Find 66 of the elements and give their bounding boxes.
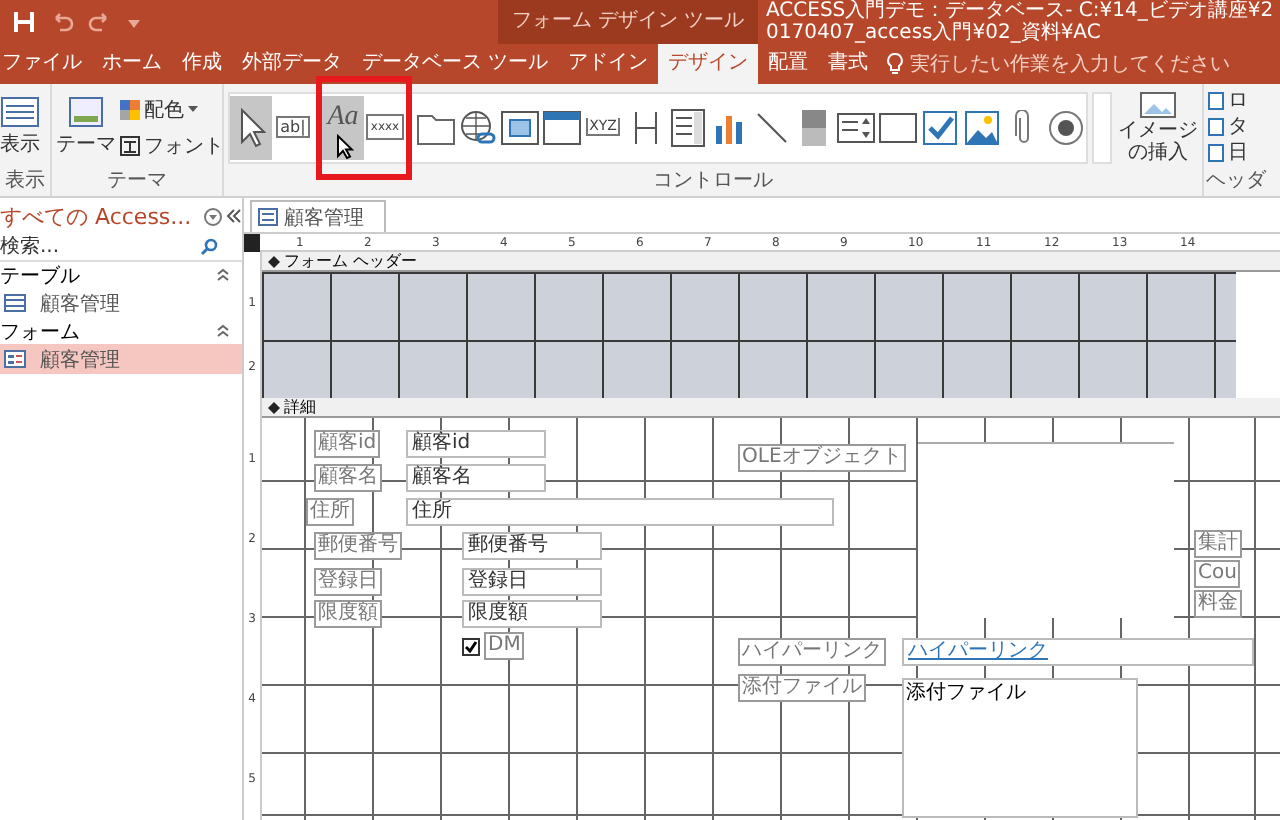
group-label: 表示 [3,170,47,196]
header-tool-button[interactable]: タ [1208,116,1276,138]
view-button[interactable]: 表示 [0,96,40,158]
nav-group-header[interactable]: テーブル [0,261,80,289]
context-tools-title: フォーム デザイン ツール [511,10,745,34]
insert-image-button[interactable]: イメージの挿入 [1116,91,1200,163]
font-icon [120,135,140,155]
document-tab[interactable]: 顧客管理 [250,200,386,232]
form-text-box[interactable]: 住所 [406,498,834,526]
group-label: コントロール [651,170,775,196]
ribbon-tab[interactable]: 配置 [758,44,819,84]
search-field[interactable]: 検索... [0,236,200,258]
form-label[interactable]: Cou [1194,560,1241,588]
ribbon-tab[interactable]: 書式 [818,44,879,84]
ribbon-tab[interactable]: 作成 [172,44,232,84]
form-text-box[interactable]: 郵便番号 [462,532,602,560]
ribbon-tab[interactable]: ホーム [92,44,172,84]
group-label: ヘッダ [1204,170,1269,196]
ribbon-tab[interactable]: 外部データ [232,44,352,84]
image-icon [1140,91,1176,117]
section-title[interactable]: フォーム ヘッダー [284,252,418,270]
ribbon-tab[interactable]: デザイン [658,44,759,84]
form-checkbox[interactable] [462,637,480,655]
ribbon-tab[interactable]: アドイン [558,44,659,84]
group-label: テーマ [105,170,169,196]
form-label[interactable]: 添付ファイル [738,674,866,702]
header-tool-button[interactable]: ロ [1208,90,1276,112]
header-tool-button[interactable]: 日 [1208,142,1276,164]
caret-icon [188,105,198,113]
collapse-chevron-icon[interactable] [216,268,230,282]
form-text-box[interactable]: 限度額 [462,600,602,628]
form-label[interactable]: 住所 [306,498,354,526]
undo-icon[interactable] [50,10,74,34]
collapse-icon[interactable] [226,208,242,224]
nav-group-header[interactable]: フォーム [0,317,80,345]
color-swatch-icon [120,99,140,119]
form-label[interactable]: DM [484,632,525,660]
collapse-chevron-icon[interactable] [216,324,230,338]
hyperlink-box[interactable]: ハイパーリンク [902,638,1254,666]
form-label[interactable]: 限度額 [314,600,382,628]
form-text-box[interactable]: 登録日 [462,568,602,596]
form-label[interactable]: 料金 [1194,590,1242,618]
form-label[interactable]: ハイパーリンク [738,638,886,666]
redo-icon[interactable] [88,10,112,34]
form-label[interactable]: 登録日 [314,568,382,596]
nav-pane-title[interactable]: すべての Access... [0,201,200,231]
form-text-box[interactable]: 顧客id [406,430,546,458]
dropdown-icon[interactable] [204,207,222,225]
form-text-box[interactable]: 顧客名 [406,464,546,492]
form-icon [258,208,278,226]
form-icon [4,350,26,368]
theme-icon [68,96,104,128]
form-label[interactable]: 郵便番号 [314,532,402,560]
form-label[interactable]: 顧客id [314,430,381,458]
themes-button[interactable]: テーマ [56,96,116,158]
ribbon-tab[interactable]: ファイル [0,44,92,84]
attachment-box[interactable]: 添付ファイル [902,678,1138,818]
ribbon-tab[interactable]: データベース ツール [352,44,559,84]
form-label[interactable]: OLEオブジェクト [738,444,906,472]
search-icon[interactable] [200,238,218,256]
section-title[interactable]: 詳細 [284,398,316,416]
form-label[interactable]: 顧客名 [314,464,382,492]
nav-item[interactable]: 顧客管理 [0,344,242,374]
nav-item[interactable]: 顧客管理 [0,288,242,318]
form-label[interactable]: 集計 [1194,530,1242,558]
lightbulb-icon [886,52,905,76]
